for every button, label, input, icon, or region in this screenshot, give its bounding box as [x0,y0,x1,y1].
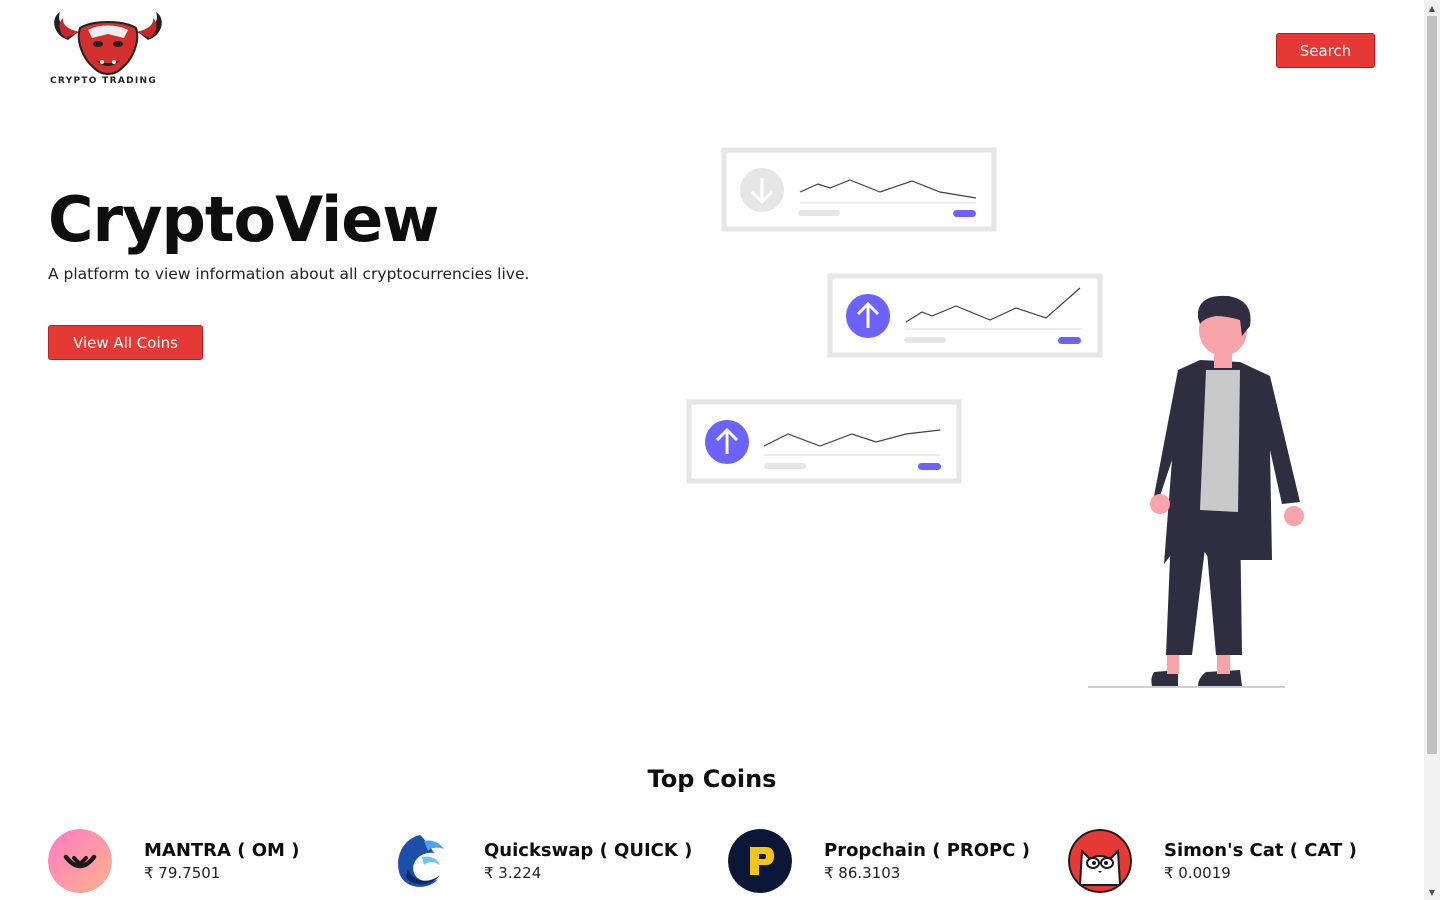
coin-price: ₹ 86.3103 [824,863,901,882]
page: CRYPTO TRADING Search CryptoView A platf… [0,0,1424,900]
propchain-logo-icon [728,829,792,893]
hero-title: CryptoView [48,183,440,256]
coin-name: Propchain ( PROPC ) [824,839,1030,861]
scroll-thumb[interactable] [1427,16,1437,754]
coin-name: MANTRA ( OM ) [144,839,300,861]
view-all-coins-button[interactable]: View All Coins [48,325,203,360]
search-button[interactable]: Search [1276,33,1375,68]
hero-subtitle: A platform to view information about all… [48,265,530,283]
coin-card-propchain[interactable]: Propchain ( PROPC ) ₹ 86.3103 [728,828,1058,894]
vertical-scrollbar[interactable]: ▲ ▼ [1424,0,1440,900]
scroll-down-arrow-icon[interactable]: ▼ [1424,884,1440,900]
coin-price: ₹ 79.7501 [144,863,221,882]
logo-text: CRYPTO TRADING [50,76,158,86]
coin-card-simons-cat[interactable]: Simon's Cat ( CAT ) ₹ 0.0019 [1068,828,1398,894]
coin-price: ₹ 3.224 [484,863,542,882]
coin-name: Simon's Cat ( CAT ) [1164,839,1357,861]
scroll-up-arrow-icon[interactable]: ▲ [1424,0,1440,16]
simons-cat-logo-icon [1068,829,1132,893]
coin-name: Quickswap ( QUICK ) [484,839,693,861]
coin-price: ₹ 0.0019 [1164,863,1231,882]
chart-card-down [721,147,997,232]
analytics-person-illustration [686,147,1304,688]
person-figure [1088,295,1304,688]
top-coins-title: Top Coins [647,765,777,793]
quickswap-logo-icon [390,831,450,891]
chart-card-up-2 [686,399,962,484]
bull-logo-icon [54,12,162,75]
coin-card-mantra[interactable]: MANTRA ( OM ) ₹ 79.7501 [48,828,378,894]
chart-card-up-1 [827,273,1103,358]
mantra-logo-icon [48,829,112,893]
coin-card-quickswap[interactable]: Quickswap ( QUICK ) ₹ 3.224 [388,828,718,894]
